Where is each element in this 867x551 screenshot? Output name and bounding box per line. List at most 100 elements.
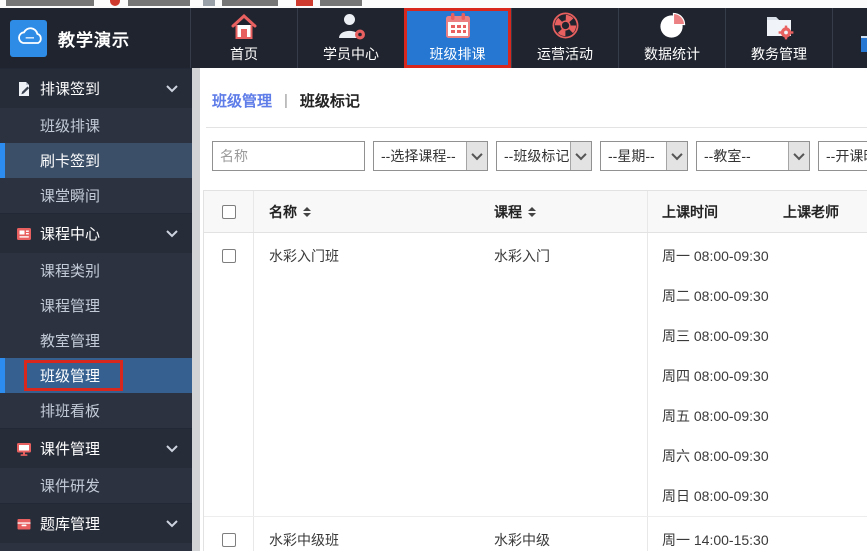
sidebar-group-header[interactable]: 课程中心 [0, 213, 192, 253]
class-time: 周日 08:00-09:30 [662, 488, 769, 504]
bookmark-fragment [128, 0, 190, 6]
chevron-down-icon [166, 444, 178, 453]
filter-select-4[interactable]: --教室-- [696, 141, 810, 171]
table-column-header: 课程 [481, 191, 647, 232]
table-column-header: 上课时间 [647, 191, 775, 232]
tab-class-management[interactable]: 班级管理 [212, 90, 272, 111]
app-brand: 教学演示 [0, 8, 190, 68]
cloud-logo-icon [10, 19, 47, 57]
chevron-down-icon [671, 148, 683, 161]
topnav-item-1[interactable]: 首页 [190, 8, 297, 68]
row-checkbox[interactable] [221, 533, 236, 547]
chevron-down-icon [166, 519, 178, 528]
teacher-cell [775, 517, 867, 551]
question-bank-icon [16, 516, 32, 532]
chevron-down-icon [166, 84, 178, 93]
filter-select-1[interactable]: --选择课程-- [373, 141, 488, 171]
filter-select-2[interactable]: --班级标记-- [496, 141, 592, 171]
class-time: 周一 08:00-09:30 [662, 248, 769, 264]
class-time-cell: 周一 08:00-09:30 周二 08:00-09:30 周三 08:00-09:… [647, 233, 775, 516]
course-cell: 水彩中级 [494, 532, 550, 548]
topnav-items: 首页 学员中心 班级排课 运营活动 数据统计 教务管理 [190, 8, 832, 68]
bookmark-fragment [203, 0, 215, 6]
class-time: 周五 08:00-09:30 [662, 408, 769, 424]
sidebar-group-header[interactable]: 排课签到 [0, 68, 192, 108]
top-navigation-bar: 教学演示 首页 学员中心 班级排课 运营活动 数据统计 教务管理 [0, 8, 867, 68]
row-checkbox[interactable] [221, 249, 236, 263]
dropdown-button[interactable] [666, 142, 687, 170]
topnav-item-2[interactable]: 学员中心 [297, 8, 404, 68]
student-icon [336, 12, 366, 40]
home-icon [230, 12, 258, 40]
topnav-item-5[interactable]: 数据统计 [618, 8, 725, 68]
course-cell: 水彩入门 [494, 248, 550, 264]
sidebar-menu: 排课签到 班级排课 刷卡签到 课堂瞬间 课程中心 课程类别 课程管理 教室管理 班级管理排… [0, 68, 192, 551]
class-table: 名称 课程 上课时间 上课老师 水彩入门班 水彩入门 周一 08:00-09:3… [203, 190, 867, 551]
sidebar-item-1-3[interactable]: 班级管理 [0, 358, 192, 393]
class-time-cell: 周一 14:00-15:30 [647, 517, 775, 551]
sort-icon[interactable] [528, 206, 536, 217]
class-time: 周六 08:00-09:30 [662, 448, 769, 464]
topnav-item-6[interactable]: 教务管理 [725, 8, 832, 68]
main-area: 排课签到 班级排课 刷卡签到 课堂瞬间 课程中心 课程类别 课程管理 教室管理 班级管理排… [0, 68, 867, 551]
app-title: 教学演示 [58, 30, 130, 50]
sidebar-item-2-0[interactable]: 课件研发 [0, 468, 192, 503]
select-all-checkbox[interactable] [221, 204, 236, 219]
sidebar-group-header[interactable]: 课件管理 [0, 428, 192, 468]
bookmark-fragment [6, 0, 94, 6]
table-header-row: 名称 课程 上课时间 上课老师 [204, 191, 867, 233]
sidebar-group-header[interactable]: 题库管理 [0, 503, 192, 543]
filter-bar: --选择课程-- --班级标记-- --星期-- --教室-- --开课时间-- [212, 141, 867, 171]
sidebar-item-1-2[interactable]: 教室管理 [0, 323, 192, 358]
course-board-icon [16, 226, 32, 242]
sidebar-item-1-4[interactable]: 排班看板 [0, 393, 192, 428]
clipped-nav-item-sliver [861, 36, 867, 52]
class-time: 周二 08:00-09:30 [662, 288, 769, 304]
dropdown-button[interactable] [788, 142, 809, 170]
monitor-icon [16, 441, 32, 457]
class-time: 周一 14:00-15:30 [662, 532, 769, 548]
bookmark-fragment [296, 0, 313, 6]
chevron-down-icon [166, 229, 178, 238]
page-tabs: 班级管理 | 班级标记 [212, 90, 867, 111]
class-time: 周三 08:00-09:30 [662, 328, 769, 344]
table-body: 水彩入门班 水彩入门 周一 08:00-09:30 周二 08:00-09:30 周… [204, 233, 867, 551]
folder-gear-icon [764, 12, 794, 40]
header-checkbox-cell [204, 191, 254, 232]
topnav-item-4[interactable]: 运营活动 [511, 8, 618, 68]
sidebar-filler [0, 543, 192, 551]
teacher-cell [775, 233, 867, 516]
sidebar-item-0-2[interactable]: 课堂瞬间 [0, 178, 192, 213]
dropdown-button[interactable] [466, 142, 487, 170]
name-filter-input[interactable] [212, 141, 365, 171]
class-name-cell: 水彩中级班 [269, 532, 339, 548]
tabs-divider [206, 127, 867, 128]
document-pen-icon [16, 81, 32, 97]
topnav-item-partial [832, 8, 867, 68]
lifebuoy-icon [551, 12, 580, 40]
chevron-down-icon [471, 148, 483, 161]
chevron-down-icon [575, 148, 587, 161]
tab-class-tag[interactable]: 班级标记 [300, 90, 360, 111]
sidebar-groups: 排课签到 班级排课 刷卡签到 课堂瞬间 课程中心 课程类别 课程管理 教室管理 班级管理排… [0, 68, 192, 543]
dropdown-button[interactable] [570, 142, 591, 170]
bookmark-fragment [110, 0, 120, 6]
clipped-bookmarks-strip [0, 0, 867, 8]
topnav-item-3[interactable]: 班级排课 [404, 8, 511, 68]
table-row: 水彩入门班 水彩入门 周一 08:00-09:30 周二 08:00-09:30 周… [204, 233, 867, 517]
table-column-header: 上课老师 [783, 203, 839, 220]
table-column-header: 名称 [254, 191, 481, 232]
class-name-cell: 水彩入门班 [269, 248, 339, 264]
table-row: 水彩中级班 水彩中级 周一 14:00-15:30 [204, 517, 867, 551]
calendar-icon [443, 12, 473, 40]
sort-icon[interactable] [303, 206, 311, 217]
sidebar-item-0-1[interactable]: 刷卡签到 [0, 143, 192, 178]
sidebar-item-1-0[interactable]: 课程类别 [0, 253, 192, 288]
content-panel: 班级管理 | 班级标记 --选择课程-- --班级标记-- --星期-- --教… [200, 68, 867, 551]
sidebar-item-0-0[interactable]: 班级排课 [0, 108, 192, 143]
sidebar-item-1-1[interactable]: 课程管理 [0, 288, 192, 323]
filter-select-3[interactable]: --星期-- [600, 141, 688, 171]
filter-select-5[interactable]: --开课时间-- [818, 141, 867, 171]
class-time: 周四 08:00-09:30 [662, 368, 769, 384]
chevron-down-icon [793, 148, 805, 161]
